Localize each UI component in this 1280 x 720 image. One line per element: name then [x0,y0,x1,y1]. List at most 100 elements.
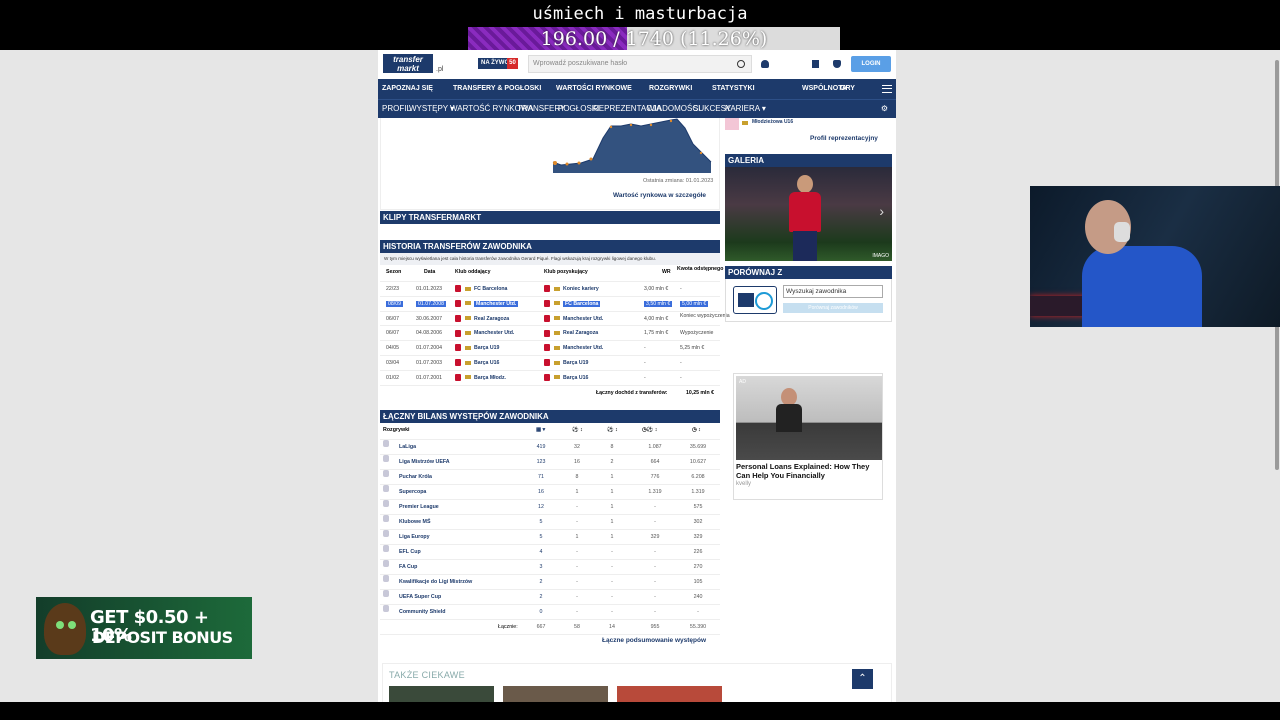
minutes-icon[interactable]: ◷ ↕ [692,423,701,438]
transfer-cell-to[interactable]: FC Barcelona [544,297,601,311]
competition-icon [383,530,389,537]
transfer-cell-from[interactable]: Manchester Utd. [455,297,519,311]
transfer-row[interactable]: 01/02 01.07.2001 Barça Młodz. Barça U16 - - [380,371,720,386]
stat-apps[interactable]: 0 [526,605,556,620]
competition-name[interactable]: Kwalifikacje do Ligi Mistrzów [399,575,472,590]
scroll-to-top-button[interactable]: ⌃ [852,669,873,689]
compare-button[interactable]: Porównaj zawodników [783,303,883,313]
competition-name[interactable]: Klubowe MŚ [399,515,431,530]
stat-apps[interactable]: 123 [526,455,556,470]
transfer-cell-to[interactable]: Manchester Utd. [544,341,603,355]
competition-name[interactable]: LaLiga [399,440,416,455]
subnav-item[interactable]: KARIERA ▾ [725,100,766,118]
appearance-row: UEFA Super Cup 2 - - - 240 [380,590,720,605]
sidebar: Młodzieżowa U16 Profil reprezentacyjny G… [725,118,892,500]
transfer-row[interactable]: 03/04 01.07.2003 Barça U16 Barça U19 - - [380,356,720,371]
transfer-row[interactable]: 08/09 01.07.2008 Manchester Utd. FC Barcelo… [380,297,720,312]
advert-image[interactable]: AD [736,376,882,460]
nav-item[interactable]: TRANSFERY & POGŁOSKI [453,79,541,99]
transfer-row[interactable]: 22/23 01.01.2023 FC Barcelona Koniec karier… [380,282,720,297]
gear-icon[interactable]: ⚙ [881,100,888,118]
nav-item[interactable]: ROZGRYWKI [649,79,692,99]
stat-apps[interactable]: 2 [526,590,556,605]
competition-name[interactable]: EFL Cup [399,545,421,560]
competition-name[interactable]: Liga Mistrzów UEFA [399,455,450,470]
appearances-summary-link[interactable]: Łączne podsumowanie występów [602,637,706,644]
competition-icon [383,500,389,507]
competition-name[interactable]: FA Cup [399,560,417,575]
stat-apps[interactable]: 419 [526,440,556,455]
stat-apps[interactable]: 3 [526,560,556,575]
appearances-icon[interactable]: ▦ ▾ [536,423,545,438]
appearances-header: Rozgrywki ▦ ▾ ⚽ ↕ ⚽ ↕ ◷⚽ ↕ ◷ ↕ [380,423,720,440]
nav-item[interactable]: WARTOŚCI RYNKOWE [556,79,632,99]
transfer-cell-to[interactable]: Manchester Utd. [544,312,603,326]
article-thumbnail[interactable] [389,686,494,702]
article-thumbnail[interactable] [503,686,608,702]
competition-icon [383,455,389,462]
player-photo [787,175,823,261]
stat-min: 329 [693,534,703,540]
stat-apps[interactable]: 16 [526,485,556,500]
transfer-cell-from[interactable]: Barça U16 [455,356,499,370]
gallery-section: GALERIA IMAGO › [725,154,892,261]
transfer-cell-to[interactable]: Real Zaragoza [544,326,598,340]
bookmark-icon[interactable] [812,60,819,68]
national-team-item[interactable]: Młodzieżowa U16 [725,118,892,132]
article-thumbnail[interactable] [617,686,722,702]
transfer-cell-mv: 4,00 mln € [644,315,669,322]
stat-apps[interactable]: 71 [526,470,556,485]
stat-apps[interactable]: 5 [526,530,556,545]
transfer-row[interactable]: 04/05 01.07.2004 Barça U19 Manchester Utd. -… [380,341,720,356]
competition-name[interactable]: Liga Europy [399,530,430,545]
market-value-details-link[interactable]: Wartość rynkowa w szczegółe [613,192,706,199]
transfer-cell-from[interactable]: Manchester Utd. [455,326,514,340]
stat-apps[interactable]: 5 [526,515,556,530]
login-button[interactable]: LOGIN [851,56,891,72]
competition-name[interactable]: Community Shield [399,605,446,620]
nav-item[interactable]: STATYSTYKI [712,79,755,99]
competition-name[interactable]: Puchar Króla [399,470,432,485]
competition-icon [383,605,389,612]
transfer-cell-to[interactable]: Koniec kariery [544,282,599,296]
transfer-cell-from[interactable]: FC Barcelona [455,282,507,296]
competition-name[interactable]: UEFA Super Cup [399,590,441,605]
competition-name[interactable]: Premier League [399,500,439,515]
stat-apps[interactable]: 12 [526,500,556,515]
sidebar-advert[interactable]: AD Personal Loans Explained: How They Ca… [733,373,883,500]
transfer-cell-to[interactable]: Barça U19 [544,356,588,370]
appearance-row: FA Cup 3 - - - 270 [380,560,720,575]
national-profile-link[interactable]: Profil reprezentacyjny [810,135,878,142]
assists-icon[interactable]: ⚽ ↕ [607,423,618,438]
menu-icon[interactable] [882,85,892,93]
nav-item[interactable]: GRY [840,79,855,99]
minutes-per-goal-icon[interactable]: ◷⚽ ↕ [642,423,657,438]
goals-icon[interactable]: ⚽ ↕ [572,423,583,438]
stat-apps[interactable]: 2 [526,575,556,590]
transfer-cell-from[interactable]: Barça U19 [455,341,499,355]
advert-title[interactable]: Personal Loans Explained: How They Can H… [736,462,882,480]
nav-item[interactable]: ZAPOZNAJ SIĘ [382,79,433,99]
search-icon[interactable] [737,60,745,68]
subnav-item[interactable]: PROFIL [382,100,411,118]
chevron-right-icon[interactable]: › [879,203,884,219]
transfer-cell-fee: - [680,286,682,292]
live-button[interactable]: NA ŻYWO 50 [478,58,518,69]
transfer-cell-mv: - [644,345,646,352]
shield-icon[interactable] [833,60,841,68]
transfer-cell-from[interactable]: Barça Młodz. [455,371,506,385]
transfer-cell-from[interactable]: Real Zaragoza [455,312,509,326]
stat-apps[interactable]: 4 [526,545,556,560]
transfer-row[interactable]: 06/07 30.06.2007 Real Zaragoza Manchester U… [380,312,730,327]
gallery-photo[interactable]: IMAGO › [725,167,892,261]
search-input[interactable]: Wprowadź poszukiwane hasło [528,55,752,73]
competition-name[interactable]: Supercopa [399,485,426,500]
subnav-item[interactable]: WYSTĘPY ▾ [409,100,454,118]
site-logo[interactable]: transfer markt [383,54,433,73]
user-settings-icon[interactable] [761,60,769,68]
transfer-row[interactable]: 06/07 04.08.2006 Manchester Utd. Real Zarag… [380,326,720,342]
page-scrollbar[interactable] [1273,50,1280,702]
compare-search-input[interactable]: Wyszukaj zawodnika [783,285,883,298]
deposit-bonus-banner[interactable]: GET $0.50 + 10% DEPOSIT BONUS [36,597,252,659]
transfer-cell-to[interactable]: Barça U16 [544,371,588,385]
